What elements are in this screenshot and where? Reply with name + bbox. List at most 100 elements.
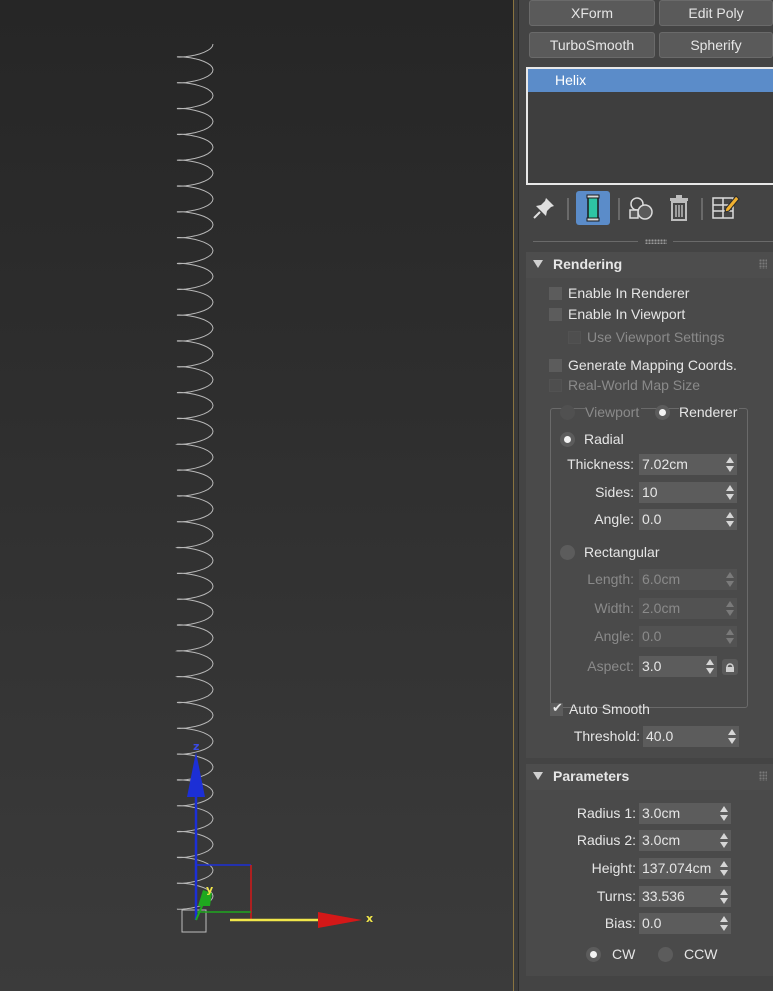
- thickness-spinner[interactable]: 7.02cm: [639, 454, 737, 475]
- spinner-arrows-icon[interactable]: [726, 629, 734, 644]
- modify-panel: XForm Edit Poly TurboSmooth Spherify Hel…: [519, 0, 773, 991]
- aspect-value[interactable]: 3.0: [642, 658, 661, 674]
- radial-radio[interactable]: [560, 432, 575, 447]
- radius1-value[interactable]: 3.0cm: [642, 805, 680, 821]
- gizmo-x-arrow[interactable]: [318, 912, 362, 928]
- sides-label: Sides:: [595, 484, 634, 500]
- spinner-arrows-icon[interactable]: [726, 485, 734, 500]
- axis-y-label: y: [206, 883, 213, 896]
- length-spinner[interactable]: 6.0cm: [639, 569, 737, 590]
- collapse-arrow-icon[interactable]: [533, 260, 543, 268]
- height-value[interactable]: 137.074cm: [642, 860, 718, 876]
- spinner-arrows-icon[interactable]: [720, 833, 728, 848]
- rollout-grip-icon[interactable]: [759, 771, 767, 781]
- rect-angle-label: Angle:: [594, 628, 634, 644]
- width-value[interactable]: 2.0cm: [642, 600, 680, 616]
- stack-item-helix[interactable]: Helix: [528, 69, 773, 92]
- rectangular-radio[interactable]: [560, 545, 575, 560]
- width-spinner[interactable]: 2.0cm: [639, 598, 737, 619]
- radius2-value[interactable]: 3.0cm: [642, 832, 680, 848]
- gizmo-z-arrow[interactable]: [187, 752, 205, 797]
- enable-in-viewport-checkbox[interactable]: [549, 308, 562, 321]
- use-viewport-settings-checkbox[interactable]: [568, 331, 581, 344]
- length-label: Length:: [587, 571, 634, 587]
- panel-splitter-grip[interactable]: [645, 239, 667, 244]
- collapse-arrow-icon[interactable]: [533, 772, 543, 780]
- generate-mapping-coords-checkbox[interactable]: [549, 359, 562, 372]
- toolbar-separator: [618, 198, 620, 220]
- ccw-radio[interactable]: [658, 947, 673, 962]
- rect-angle-spinner[interactable]: 0.0: [639, 626, 737, 647]
- turbosmooth-button[interactable]: TurboSmooth: [529, 32, 655, 58]
- length-value[interactable]: 6.0cm: [642, 571, 680, 587]
- spinner-arrows-icon[interactable]: [720, 806, 728, 821]
- viewport-canvas[interactable]: z y x: [0, 0, 513, 991]
- spinner-arrows-icon[interactable]: [720, 916, 728, 931]
- show-end-result-icon[interactable]: [576, 191, 610, 225]
- xform-button[interactable]: XForm: [529, 0, 655, 26]
- thickness-value[interactable]: 7.02cm: [642, 456, 688, 472]
- rollout-grip-icon[interactable]: [759, 259, 767, 269]
- parameters-rollout-header[interactable]: Parameters: [526, 764, 773, 790]
- viewport-radio-label: Viewport: [585, 404, 642, 420]
- enable-in-renderer-label: Enable In Renderer: [568, 285, 690, 301]
- edit-poly-button[interactable]: Edit Poly: [659, 0, 773, 26]
- rendering-rollout-body: Enable In Renderer Enable In Viewport Us…: [526, 278, 773, 758]
- threshold-label: Threshold:: [573, 728, 640, 744]
- renderer-radio[interactable]: [655, 405, 670, 420]
- real-world-map-size-checkbox[interactable]: [549, 379, 562, 392]
- bias-spinner[interactable]: 0.0: [639, 913, 731, 934]
- spinner-arrows-icon[interactable]: [720, 889, 728, 904]
- modifier-stack-list[interactable]: Helix: [526, 67, 773, 185]
- turns-spinner[interactable]: 33.536: [639, 886, 731, 907]
- bias-value[interactable]: 0.0: [642, 915, 661, 931]
- cw-radio-label: CW: [612, 946, 636, 962]
- make-unique-icon[interactable]: [626, 193, 656, 223]
- generate-mapping-coords-label: Generate Mapping Coords.: [568, 357, 737, 373]
- toolbar-separator: [701, 198, 703, 220]
- threshold-spinner[interactable]: 40.0: [643, 726, 739, 747]
- threshold-value[interactable]: 40.0: [646, 728, 673, 744]
- auto-smooth-checkbox[interactable]: ✔: [550, 701, 563, 716]
- radius2-label: Radius 2:: [576, 832, 636, 848]
- aspect-spinner[interactable]: 3.0: [639, 656, 717, 677]
- radius1-label: Radius 1:: [576, 805, 636, 821]
- perspective-viewport[interactable]: z y x: [0, 0, 513, 991]
- lock-aspect-icon[interactable]: [722, 659, 738, 675]
- angle-spinner[interactable]: 0.0: [639, 509, 737, 530]
- bias-label: Bias:: [604, 915, 636, 931]
- toolbar-separator: [567, 198, 569, 220]
- enable-in-viewport-label: Enable In Viewport: [568, 306, 686, 322]
- sides-spinner[interactable]: 10: [639, 482, 737, 503]
- spinner-arrows-icon[interactable]: [726, 572, 734, 587]
- pin-stack-icon[interactable]: [529, 193, 559, 223]
- panel-splitter-line: [533, 241, 638, 242]
- rectangular-radio-label: Rectangular: [584, 544, 660, 560]
- rect-angle-value[interactable]: 0.0: [642, 628, 661, 644]
- radius2-spinner[interactable]: 3.0cm: [639, 830, 731, 851]
- spherify-button[interactable]: Spherify: [659, 32, 773, 58]
- spinner-arrows-icon[interactable]: [726, 457, 734, 472]
- angle-value[interactable]: 0.0: [642, 511, 661, 527]
- enable-in-renderer-checkbox[interactable]: [549, 287, 562, 300]
- spinner-arrows-icon[interactable]: [728, 729, 736, 744]
- renderer-radio-label: Renderer: [679, 404, 740, 420]
- viewport-radio[interactable]: [560, 405, 575, 420]
- radial-radio-label: Radial: [584, 431, 624, 447]
- sides-value[interactable]: 10: [642, 484, 658, 500]
- cw-radio[interactable]: [586, 947, 601, 962]
- remove-modifier-icon[interactable]: [664, 193, 694, 223]
- spinner-arrows-icon[interactable]: [720, 861, 728, 876]
- rendering-rollout-header[interactable]: Rendering: [526, 252, 773, 278]
- turns-value[interactable]: 33.536: [642, 888, 685, 904]
- ccw-radio-label: CCW: [684, 946, 718, 962]
- spinner-arrows-icon[interactable]: [726, 512, 734, 527]
- radius1-spinner[interactable]: 3.0cm: [639, 803, 731, 824]
- spinner-arrows-icon[interactable]: [726, 601, 734, 616]
- spinner-arrows-icon[interactable]: [706, 659, 714, 674]
- height-spinner[interactable]: 137.074cm: [639, 858, 731, 879]
- panel-splitter-line: [673, 241, 773, 242]
- thickness-label: Thickness:: [567, 456, 634, 472]
- configure-modifier-sets-icon[interactable]: [710, 192, 740, 222]
- use-viewport-settings-label: Use Viewport Settings: [587, 329, 725, 345]
